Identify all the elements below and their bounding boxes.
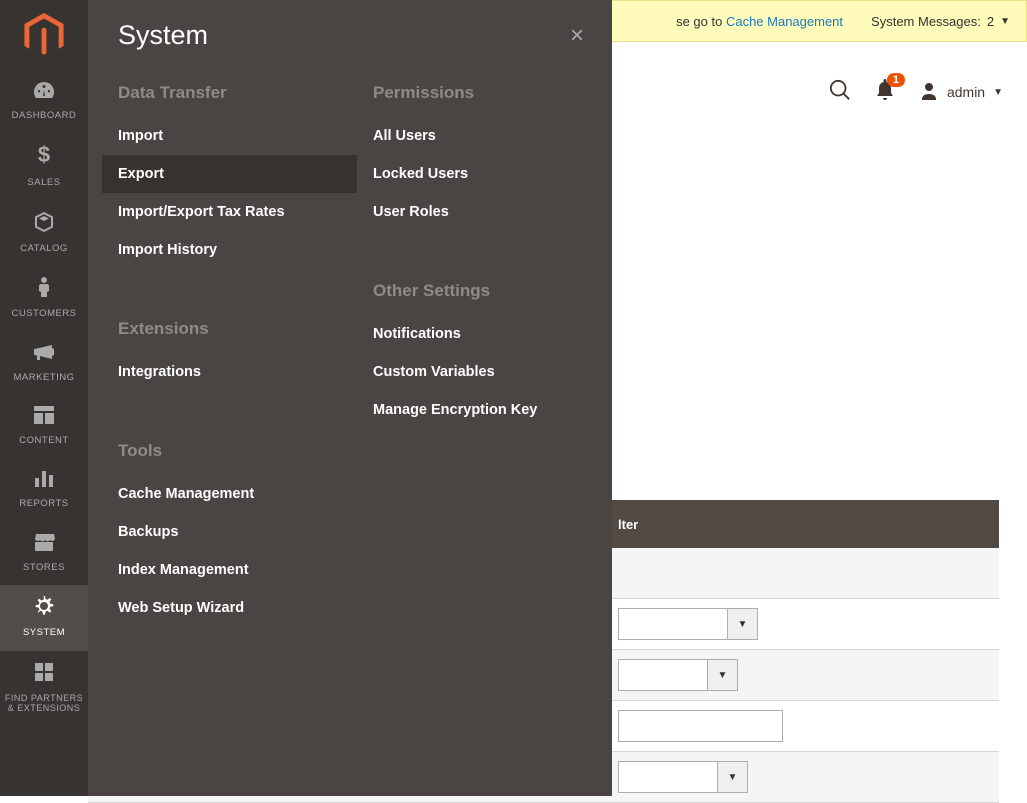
- dropdown-toggle-icon[interactable]: ▼: [718, 761, 748, 793]
- gear-icon: [33, 595, 55, 623]
- box-icon: [33, 211, 55, 239]
- layout-icon: [33, 405, 55, 431]
- system-messages-toggle[interactable]: System Messages: 2 ▼: [871, 14, 1010, 29]
- sidebar-item-label: STORES: [19, 562, 69, 573]
- flyout-link-cache-management[interactable]: Cache Management: [102, 475, 357, 513]
- flyout-column-left: Data Transfer Import Export Import/Expor…: [102, 75, 357, 669]
- flyout-link-web-setup-wizard[interactable]: Web Setup Wizard: [102, 589, 357, 627]
- sidebar-item-label: CONTENT: [15, 435, 72, 446]
- filter-input[interactable]: [618, 761, 718, 793]
- flyout-column-right: Permissions All Users Locked Users User …: [357, 75, 612, 669]
- sidebar-item-label: SYSTEM: [19, 627, 69, 638]
- chevron-down-icon: ▼: [1000, 16, 1010, 27]
- flyout-section-title: Extensions: [102, 311, 357, 353]
- flyout-link-locked-users[interactable]: Locked Users: [357, 155, 612, 193]
- close-icon[interactable]: ×: [570, 22, 584, 50]
- flyout-link-import-export-tax-rates[interactable]: Import/Export Tax Rates: [102, 193, 357, 231]
- filter-input[interactable]: [618, 608, 728, 640]
- sidebar-item-label: CATALOG: [16, 243, 72, 254]
- flyout-link-export[interactable]: Export: [102, 155, 357, 193]
- flyout-section-title: Data Transfer: [102, 75, 357, 117]
- flyout-link-custom-variables[interactable]: Custom Variables: [357, 353, 612, 391]
- flyout-link-integrations[interactable]: Integrations: [102, 353, 357, 391]
- avatar-icon: [919, 81, 939, 104]
- flyout-section-title: Permissions: [357, 75, 612, 117]
- sidebar-item-sales[interactable]: $ SALES: [0, 133, 88, 200]
- flyout-link-index-management[interactable]: Index Management: [102, 551, 357, 589]
- flyout-link-user-roles[interactable]: User Roles: [357, 193, 612, 231]
- bars-icon: [33, 468, 55, 494]
- blocks-icon: [33, 661, 55, 689]
- search-icon[interactable]: [829, 79, 851, 106]
- dropdown-toggle-icon[interactable]: ▼: [708, 659, 738, 691]
- sidebar-item-label: FIND PARTNERS & EXTENSIONS: [0, 693, 88, 715]
- chevron-down-icon: ▼: [993, 87, 1003, 98]
- column-header-filter: lter: [618, 517, 638, 532]
- sidebar-item-label: SALES: [23, 177, 64, 188]
- flyout-link-import[interactable]: Import: [102, 117, 357, 155]
- sidebar-item-marketing[interactable]: MARKETING: [0, 332, 88, 395]
- system-flyout: System × Data Transfer Import Export Imp…: [88, 0, 612, 796]
- megaphone-icon: [32, 342, 56, 368]
- flyout-link-manage-encryption-key[interactable]: Manage Encryption Key: [357, 391, 612, 429]
- notification-badge: 1: [887, 73, 905, 87]
- sidebar-item-customers[interactable]: CUSTOMERS: [0, 266, 88, 331]
- sidebar-item-label: MARKETING: [10, 372, 79, 383]
- flyout-link-all-users[interactable]: All Users: [357, 117, 612, 155]
- sidebar-item-label: REPORTS: [15, 498, 72, 509]
- flyout-section-title: Tools: [102, 433, 357, 475]
- dashboard-icon: [32, 80, 56, 106]
- flyout-link-import-history[interactable]: Import History: [102, 231, 357, 269]
- storefront-icon: [32, 532, 56, 558]
- flyout-link-backups[interactable]: Backups: [102, 513, 357, 551]
- cache-management-link[interactable]: Cache Management: [726, 14, 843, 29]
- filter-input[interactable]: [618, 659, 708, 691]
- sidebar-item-catalog[interactable]: CATALOG: [0, 201, 88, 266]
- sidebar-item-system[interactable]: SYSTEM: [0, 585, 88, 650]
- svg-text:$: $: [38, 143, 50, 167]
- sidebar-item-content[interactable]: CONTENT: [0, 395, 88, 458]
- flyout-section-title: Other Settings: [357, 273, 612, 315]
- notifications-button[interactable]: 1: [875, 79, 895, 106]
- sidebar-item-find-partners[interactable]: FIND PARTNERS & EXTENSIONS: [0, 651, 88, 727]
- dropdown-toggle-icon[interactable]: ▼: [728, 608, 758, 640]
- sidebar-item-reports[interactable]: REPORTS: [0, 458, 88, 521]
- magento-logo[interactable]: [0, 0, 88, 70]
- sidebar-item-dashboard[interactable]: DASHBOARD: [0, 70, 88, 133]
- flyout-title: System: [118, 20, 208, 51]
- filter-input[interactable]: [618, 710, 783, 742]
- bell-icon: [875, 88, 895, 105]
- sidebar-item-label: CUSTOMERS: [7, 308, 80, 319]
- user-menu[interactable]: admin ▼: [919, 81, 1003, 104]
- main-sidebar: DASHBOARD $ SALES CATALOG CUSTOMERS MARK…: [0, 0, 88, 796]
- sidebar-item-label: DASHBOARD: [8, 110, 81, 121]
- message-text: se go to Cache Management: [676, 14, 843, 29]
- flyout-link-notifications[interactable]: Notifications: [357, 315, 612, 353]
- person-icon: [37, 276, 51, 304]
- dollar-icon: $: [37, 143, 51, 173]
- user-label: admin: [947, 84, 985, 100]
- sidebar-item-stores[interactable]: STORES: [0, 522, 88, 585]
